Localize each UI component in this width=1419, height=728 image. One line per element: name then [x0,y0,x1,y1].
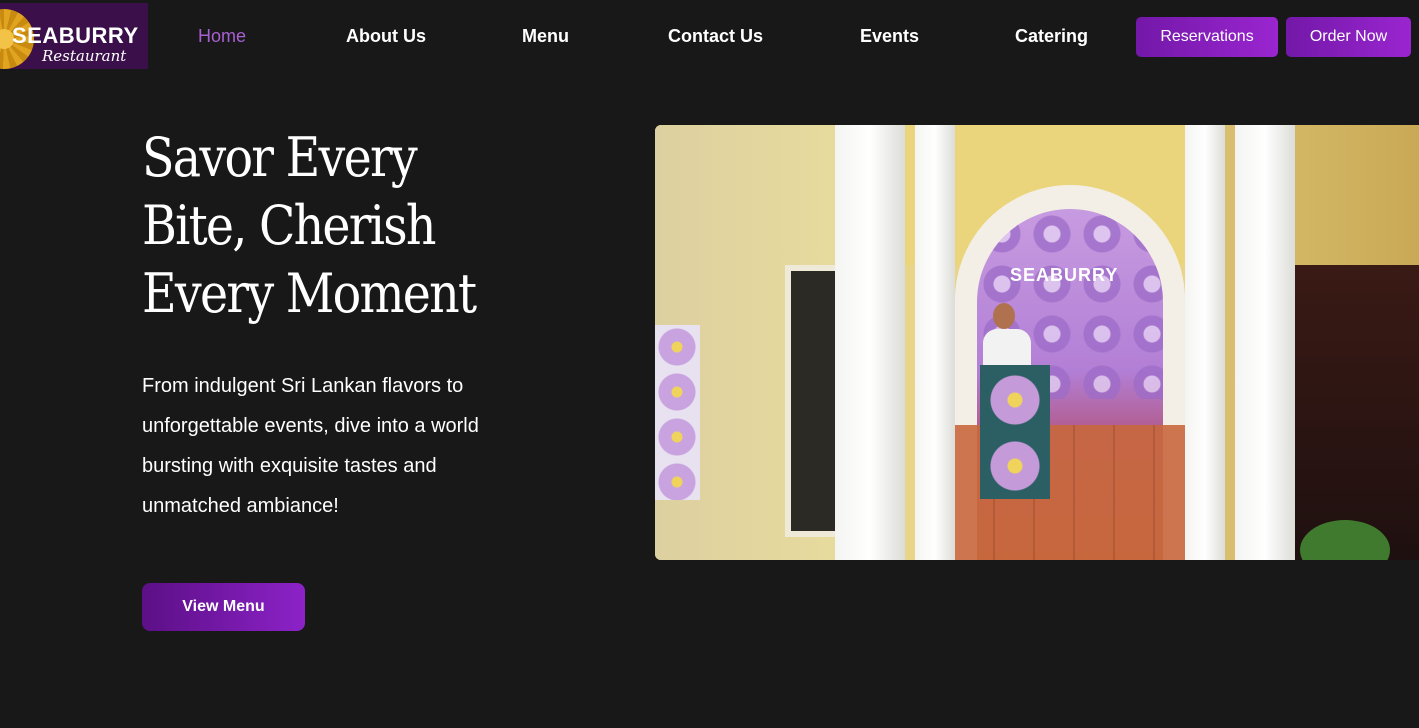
hero-title: Savor Every Bite, Cherish Every Moment [142,126,477,325]
nav-catering[interactable]: Catering [1015,26,1088,47]
restaurant-logo[interactable]: SEABURRY Restaurant [0,3,148,69]
hero-video[interactable]: SEABURRY [655,125,1419,560]
nav-home[interactable]: Home [198,26,246,47]
view-menu-button[interactable]: View Menu [142,583,305,631]
nav-events[interactable]: Events [860,26,919,47]
hero-description: From indulgent Sri Lankan flavors to unf… [142,375,479,517]
nav-menu[interactable]: Menu [522,26,569,47]
logo-subtitle-text: Restaurant [42,47,127,65]
nav-about-us[interactable]: About Us [346,26,426,47]
logo-brand-text: SEABURRY [12,23,139,48]
top-nav-bar: SEABURRY Restaurant Home About Us Menu C… [0,0,1419,72]
pillar-left [835,125,905,560]
reservations-button[interactable]: Reservations [1136,17,1278,57]
nav-contact-us[interactable]: Contact Us [668,26,763,47]
dining-room-view [1295,265,1419,560]
host-head [993,303,1015,329]
pillar-left-inner [915,125,955,560]
restaurant-sign: SEABURRY [1010,265,1119,285]
pillar-right-inner [1185,125,1225,560]
host-podium [980,365,1050,499]
host-body [983,329,1031,369]
pillar-right [1235,125,1295,560]
floral-panel [655,325,700,500]
order-now-button[interactable]: Order Now [1286,17,1411,57]
